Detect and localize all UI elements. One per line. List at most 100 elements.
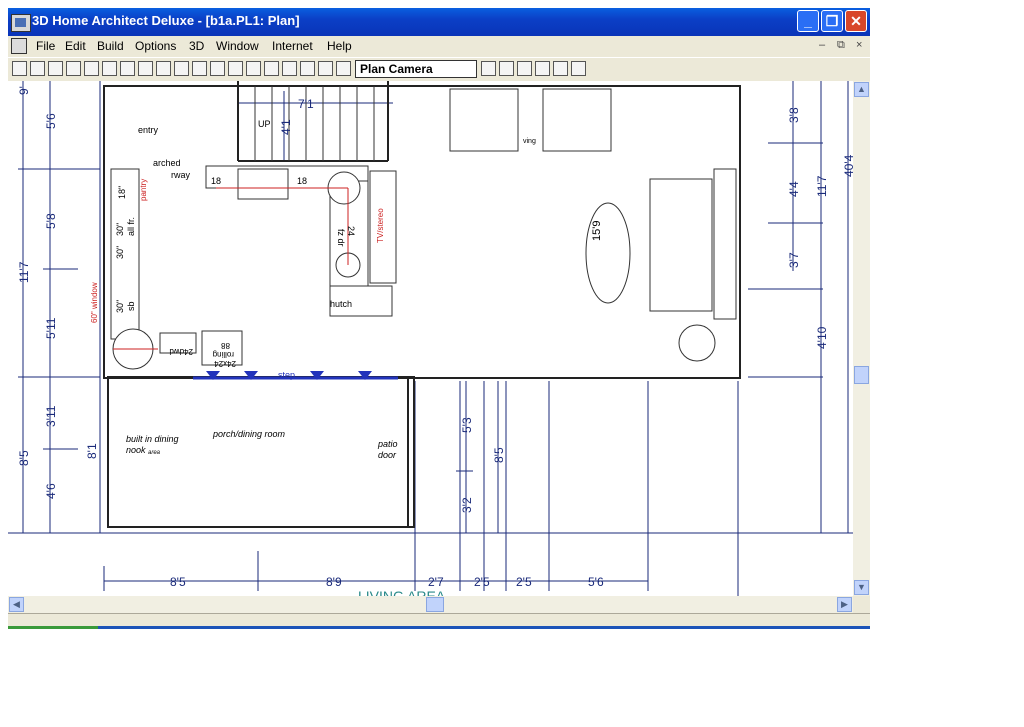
- dim-left-3-11: 3'11: [44, 405, 58, 427]
- label-cabinet-30c: 30": [115, 300, 125, 313]
- menu-build[interactable]: Build: [97, 39, 124, 53]
- deck-tool-icon[interactable]: [246, 61, 261, 76]
- label-counter-18-right: 18: [297, 176, 307, 186]
- dim-left-4-6: 4'6: [44, 483, 58, 499]
- menu-window[interactable]: Window: [216, 39, 259, 53]
- label-entry: entry: [138, 125, 159, 135]
- label-rway: rway: [171, 170, 191, 180]
- fence-tool-icon[interactable]: [174, 61, 189, 76]
- toolbar: Plan Camera: [8, 57, 870, 82]
- scroll-down-button[interactable]: ▼: [854, 580, 869, 595]
- title-bar[interactable]: 3D Home Architect Deluxe - [b1a.PL1: Pla…: [8, 8, 870, 36]
- label-pantry: pantry: [139, 179, 148, 201]
- dim-right-4-4: 4'4: [787, 181, 801, 197]
- dim-right-11-7: 11'7: [815, 175, 829, 197]
- zoom-tool-icon[interactable]: [336, 61, 351, 76]
- label-window-60: 60" window: [90, 282, 99, 323]
- dim-bottom-8-5: 8'5: [170, 575, 186, 589]
- dim-mid-8-5: 8'5: [492, 447, 506, 463]
- wall-tool-icon[interactable]: [30, 61, 45, 76]
- dim-bottom-5-6: 5'6: [588, 575, 604, 589]
- cabinet-tool-icon[interactable]: [84, 61, 99, 76]
- scroll-right-button[interactable]: ▶: [837, 597, 852, 612]
- document-icon[interactable]: [11, 38, 27, 54]
- label-patio: patio: [377, 439, 398, 449]
- dim-bottom-8-9: 8'9: [326, 575, 342, 589]
- app-icon[interactable]: [11, 14, 31, 32]
- label-built-in: built in dining: [126, 434, 179, 444]
- dim-left-8-5: 8'5: [17, 450, 31, 466]
- dollhouse-view-icon[interactable]: [553, 61, 568, 76]
- close-button[interactable]: ✕: [845, 10, 867, 32]
- horizontal-scroll-thumb[interactable]: [426, 597, 444, 612]
- camera-select[interactable]: Plan Camera: [355, 60, 477, 78]
- menu-edit[interactable]: Edit: [65, 39, 86, 53]
- dim-right-4-10: 4'10: [815, 326, 829, 349]
- window-tool-icon[interactable]: [66, 61, 81, 76]
- fixture-tool-icon[interactable]: [102, 61, 117, 76]
- plan-canvas[interactable]: entry arched rway UP ving hutch 18 18 24…: [8, 81, 853, 596]
- label-stairs-up: UP: [258, 119, 271, 129]
- overview-view-icon[interactable]: [535, 61, 550, 76]
- scroll-left-button[interactable]: ◀: [9, 597, 24, 612]
- vertical-scroll-thumb[interactable]: [854, 366, 869, 384]
- label-rolling-size: 24x24: [214, 359, 236, 368]
- landscape-tool-icon[interactable]: [156, 61, 171, 76]
- scroll-up-button[interactable]: ▲: [854, 82, 869, 97]
- horizontal-scrollbar[interactable]: ◀ ▶: [8, 596, 853, 613]
- label-counter-18-left: 18: [211, 176, 221, 186]
- menu-bar: File Edit Build Options 3D Window Intern…: [8, 36, 870, 57]
- dim-right-3-7: 3'7: [787, 252, 801, 268]
- dim-left-8-1: 8'1: [85, 443, 99, 459]
- roof-tool-icon[interactable]: [210, 61, 225, 76]
- label-nook: nook: [126, 445, 146, 455]
- dim-top-7-1: 7'1: [298, 97, 314, 111]
- menu-options[interactable]: Options: [135, 39, 176, 53]
- label-area: area: [148, 450, 161, 456]
- minimize-button[interactable]: _: [797, 10, 819, 32]
- play-tool-icon[interactable]: [318, 61, 333, 76]
- mdi-minimize-button[interactable]: –: [819, 39, 825, 51]
- taskbar-edge: [8, 626, 870, 629]
- dim-left-9: 9': [17, 86, 31, 95]
- label-living-area: LIVING AREA: [358, 588, 446, 596]
- vertical-scrollbar[interactable]: ▲ ▼: [853, 81, 870, 596]
- menu-help[interactable]: Help: [327, 39, 352, 53]
- walkthrough-view-icon[interactable]: [571, 61, 586, 76]
- dim-left-11-7: 11'7: [17, 261, 31, 283]
- stairs-tool-icon[interactable]: [138, 61, 153, 76]
- label-arched: arched: [153, 158, 181, 168]
- label-all-fr: all fr.: [126, 217, 136, 236]
- dimension-tool-icon[interactable]: [282, 61, 297, 76]
- dim-left-5-8: 5'8: [44, 213, 58, 229]
- label-sink: sb: [126, 301, 136, 311]
- text-tool-icon[interactable]: [264, 61, 279, 76]
- maximize-button[interactable]: ❐: [821, 10, 843, 32]
- label-rolling: rolling: [213, 350, 234, 359]
- label-fridge: fz dr: [336, 229, 346, 247]
- dim-stair-4-1: 4'1: [279, 119, 293, 135]
- label-dishwasher: 24dwd: [169, 347, 193, 356]
- furniture-tool-icon[interactable]: [120, 61, 135, 76]
- mdi-close-button[interactable]: ×: [856, 39, 862, 51]
- menu-3d[interactable]: 3D: [189, 39, 204, 53]
- floor-tool-icon[interactable]: [228, 61, 243, 76]
- elevation-view-icon[interactable]: [499, 61, 514, 76]
- label-rolling-88: 88: [221, 341, 230, 350]
- mdi-restore-button[interactable]: ⧉: [837, 39, 845, 52]
- label-sofa-15-9: 15'9: [591, 221, 603, 241]
- menu-file[interactable]: File: [36, 39, 55, 53]
- floor-plan-drawing: entry arched rway UP ving hutch 18 18 24…: [8, 81, 853, 596]
- house-view-icon[interactable]: [481, 61, 496, 76]
- dim-right-40-4: 40'4: [842, 154, 853, 177]
- dim-bottom-2-7: 2'7: [428, 575, 444, 589]
- perspective-view-icon[interactable]: [517, 61, 532, 76]
- menu-internet[interactable]: Internet: [272, 39, 313, 53]
- door-tool-icon[interactable]: [48, 61, 63, 76]
- terrain-tool-icon[interactable]: [192, 61, 207, 76]
- dim-bottom-2-5-b: 2'5: [516, 575, 532, 589]
- select-tool-icon[interactable]: [12, 61, 27, 76]
- label-tv-stereo: TV/stereo: [376, 208, 385, 243]
- dim-left-5-11: 5'11: [44, 317, 58, 339]
- camera-tool-icon[interactable]: [300, 61, 315, 76]
